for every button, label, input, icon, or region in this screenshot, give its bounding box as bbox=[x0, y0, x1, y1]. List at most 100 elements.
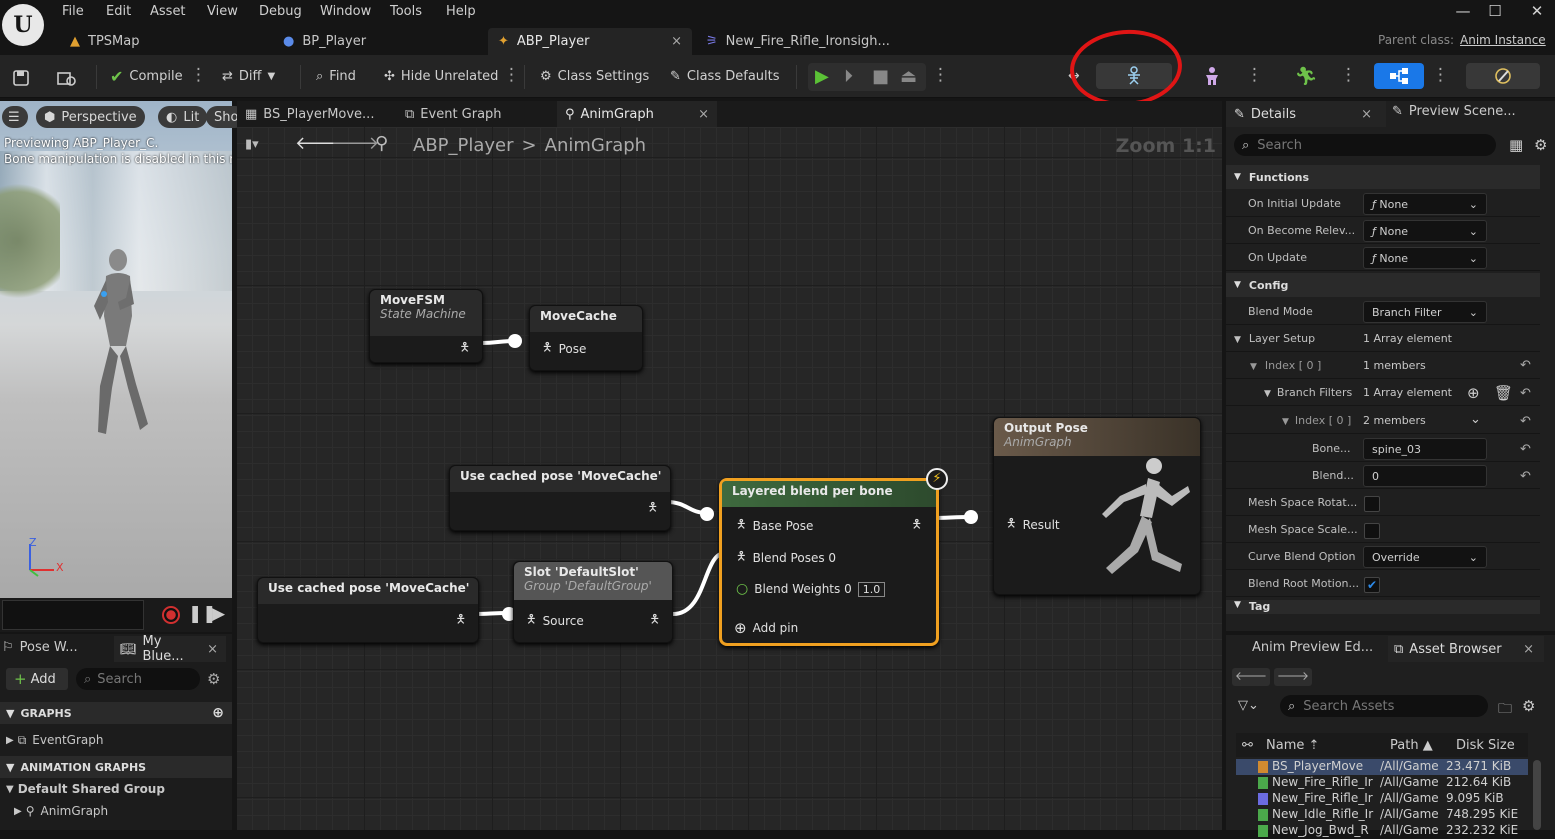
menu-file[interactable]: File bbox=[62, 4, 84, 19]
doc-tab-fire-rifle[interactable]: ⚞ New_Fire_Rifle_Ironsigh... bbox=[700, 28, 930, 55]
menu-window[interactable]: Window bbox=[320, 4, 371, 19]
doc-tab-abp-player[interactable]: ✦ ABP_Player × bbox=[488, 28, 692, 55]
curve-blend-dropdown[interactable]: Override ⌄ bbox=[1363, 546, 1487, 568]
physics-mode-button[interactable] bbox=[1466, 63, 1540, 89]
details-search-input[interactable]: ⌕ Search bbox=[1234, 134, 1496, 156]
save-icon[interactable] bbox=[6, 63, 36, 93]
layered-blend-node[interactable]: Layered blend per bone 🯅︎ Base Pose 🯅︎ 🯅︎… bbox=[719, 478, 939, 646]
tab-asset-browser[interactable]: ⧉ Asset Browser × bbox=[1388, 636, 1544, 662]
compile-options-icon[interactable]: ⋮ bbox=[190, 63, 207, 87]
config-category[interactable]: ▼ Config bbox=[1226, 273, 1540, 297]
pose-output-pin[interactable]: 🯅︎ bbox=[459, 338, 470, 359]
step-icon[interactable]: ⏵ bbox=[844, 66, 853, 87]
class-settings-button[interactable]: ⚙ Class Settings bbox=[534, 61, 655, 91]
filter-icon[interactable]: ▽⌄ bbox=[1238, 698, 1259, 713]
unreal-logo-icon[interactable]: U bbox=[2, 4, 44, 46]
cached-pose-node-2[interactable]: Use cached pose 'MoveCache' 🯅︎ bbox=[257, 577, 479, 643]
play-options-icon[interactable]: ⋮ bbox=[932, 63, 949, 87]
default-shared-group[interactable]: ▼ Default Shared Group bbox=[0, 778, 232, 800]
tab-event-graph[interactable]: ⧉ Event Graph bbox=[397, 101, 557, 127]
breadcrumb-root[interactable]: ABP_Player bbox=[413, 135, 514, 156]
on-initial-update-dropdown[interactable]: ƒ None ⌄ bbox=[1363, 193, 1487, 215]
forward-arrow-icon[interactable]: 🡒 bbox=[331, 133, 379, 154]
blend-weight-input[interactable]: 1.0 bbox=[857, 581, 886, 597]
anim-graph-item[interactable]: ▶ ⚲ AnimGraph bbox=[0, 800, 232, 822]
cached-pose-node-1[interactable]: Use cached pose 'MoveCache' 🯅︎ bbox=[449, 465, 671, 531]
mesh-options-icon[interactable]: ⋮ bbox=[1246, 63, 1263, 87]
folder-icon[interactable]: 🗀 bbox=[1498, 698, 1512, 722]
add-pin-button[interactable]: ⊕ Add pin bbox=[734, 619, 798, 637]
hamburger-icon[interactable]: ☰ bbox=[2, 106, 28, 128]
play-icon[interactable]: ▶ bbox=[815, 66, 829, 87]
menu-help[interactable]: Help bbox=[446, 4, 476, 19]
add-element-icon[interactable]: ⊕ bbox=[1467, 384, 1480, 402]
bookmark-icon[interactable]: ▮▾ bbox=[245, 137, 259, 152]
reset-arrow-icon[interactable]: ↶ bbox=[1520, 386, 1531, 401]
asset-row[interactable]: New_Idle_Rifle_Ir/All/Game 748.295 KiE bbox=[1236, 807, 1528, 823]
functions-category[interactable]: ▼ Functions bbox=[1226, 165, 1540, 189]
minimize-icon[interactable]: — bbox=[1448, 2, 1478, 24]
bone-name-input[interactable]: spine_03 bbox=[1363, 438, 1487, 460]
blueprint-mode-button[interactable] bbox=[1374, 63, 1424, 89]
menu-debug[interactable]: Debug bbox=[259, 4, 302, 19]
layered-output-pin[interactable]: 🯅︎ bbox=[911, 515, 922, 536]
column-path[interactable]: Path ▲ bbox=[1390, 738, 1456, 753]
tab-anim-preview-editor[interactable]: Anim Preview Ed... bbox=[1230, 640, 1380, 655]
graphs-header[interactable]: ▼ GRAPHS ⊕ bbox=[0, 702, 232, 724]
blend-root-motion-checkbox[interactable]: ✔ bbox=[1364, 577, 1380, 593]
animation-options-icon[interactable]: ⋮ bbox=[1340, 63, 1357, 87]
table-view-icon[interactable]: ▦ bbox=[1509, 136, 1523, 154]
close-tab-icon[interactable]: × bbox=[671, 34, 682, 49]
blueprint-options-icon[interactable]: ⋮ bbox=[1432, 63, 1449, 87]
mesh-space-scale-checkbox[interactable] bbox=[1364, 523, 1380, 539]
doc-tab-bp-player[interactable]: ● BP_Player bbox=[275, 28, 475, 55]
blend-weights-pin[interactable]: ○ Blend Weights 0 1.0 bbox=[736, 581, 886, 597]
tab-details[interactable]: ✎ Details × bbox=[1226, 101, 1386, 127]
menu-edit[interactable]: Edit bbox=[106, 4, 131, 19]
asset-row[interactable]: New_Fire_Rifle_Ir/All/Game 9.095 KiB bbox=[1236, 791, 1528, 807]
add-button[interactable]: + Add bbox=[6, 668, 68, 690]
lit-button[interactable]: ◐ Lit bbox=[158, 106, 208, 128]
class-defaults-button[interactable]: ✎ Class Defaults bbox=[664, 61, 786, 91]
base-pose-pin[interactable]: 🯅︎ Base Pose bbox=[736, 515, 813, 536]
asset-row[interactable]: BS_PlayerMove/All/Game 23.471 KiB bbox=[1236, 759, 1528, 775]
move-fsm-node[interactable]: MoveFSM State Machine 🯅︎ bbox=[369, 289, 483, 363]
blueprint-search-input[interactable]: ⌕ Search bbox=[76, 668, 200, 690]
perspective-button[interactable]: ⬢ Perspective bbox=[36, 106, 145, 128]
blend-mode-dropdown[interactable]: Branch Filter ⌄ bbox=[1363, 301, 1487, 323]
stop-icon[interactable]: ■ bbox=[872, 66, 889, 87]
slot-node[interactable]: Slot 'DefaultSlot' Group 'DefaultGroup' … bbox=[513, 561, 673, 643]
menu-view[interactable]: View bbox=[207, 4, 238, 19]
asset-row[interactable]: New_Jog_Bwd_R/All/Game 232.232 KiE bbox=[1236, 823, 1528, 839]
gear-icon[interactable]: ⚙ bbox=[207, 670, 220, 688]
reset-arrow-icon[interactable]: ↶ bbox=[1520, 442, 1531, 457]
gear-icon[interactable]: ⚙ bbox=[1522, 697, 1535, 715]
diff-button[interactable]: ⇄ Diff ▼ bbox=[216, 61, 281, 91]
tab-blendspace[interactable]: ▦ BS_PlayerMove... bbox=[237, 101, 397, 127]
maximize-icon[interactable]: ☐ bbox=[1480, 2, 1510, 24]
find-options-icon[interactable]: ⋮ bbox=[503, 63, 520, 87]
on-update-dropdown[interactable]: ƒ None ⌄ bbox=[1363, 247, 1487, 269]
blend-depth-input[interactable]: 0 bbox=[1363, 465, 1487, 487]
animation-graphs-header[interactable]: ▼ ANIMATION GRAPHS bbox=[0, 756, 232, 778]
back-arrow-icon[interactable]: 🡐 bbox=[1232, 668, 1270, 686]
close-window-icon[interactable]: ✕ bbox=[1522, 2, 1552, 24]
result-pin[interactable]: 🯅︎ Result bbox=[1006, 514, 1060, 535]
blend-poses-pin[interactable]: 🯅︎ Blend Poses 0 bbox=[736, 547, 836, 568]
tab-anim-graph[interactable]: ⚲ AnimGraph × bbox=[557, 101, 717, 127]
chevron-down-icon[interactable]: ⌄ bbox=[1470, 412, 1481, 427]
reset-arrow-icon[interactable]: ↶ bbox=[1520, 414, 1531, 429]
eject-icon[interactable]: ⏏ bbox=[900, 66, 917, 87]
add-graph-icon[interactable]: ⊕ bbox=[212, 705, 224, 721]
tab-my-blueprint[interactable]: 📖︎ My Blue... × bbox=[114, 634, 226, 664]
close-tab-icon[interactable]: × bbox=[1523, 642, 1534, 657]
slot-source-pin[interactable]: 🯅︎ Source bbox=[526, 610, 584, 631]
mesh-space-rotation-checkbox[interactable] bbox=[1364, 496, 1380, 512]
compile-button[interactable]: ✔ Compile bbox=[104, 61, 189, 91]
browse-icon[interactable] bbox=[50, 63, 84, 93]
gear-icon[interactable]: ⚙ bbox=[1534, 136, 1547, 154]
preview-viewport[interactable] bbox=[0, 101, 232, 598]
mesh-mode-button[interactable] bbox=[1188, 63, 1236, 89]
asset-row[interactable]: New_Fire_Rifle_Ir/All/Game 212.64 KiB bbox=[1236, 775, 1528, 791]
reset-arrow-icon[interactable]: ↶ bbox=[1520, 469, 1531, 484]
